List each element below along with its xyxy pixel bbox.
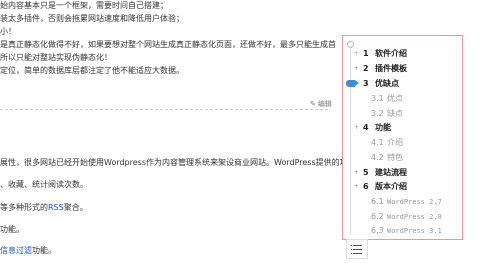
toc-item-label: 优点 bbox=[387, 94, 403, 103]
article-line: 信息过滤功能。 bbox=[0, 246, 56, 256]
plus-icon: + bbox=[354, 183, 360, 190]
article-line: 功能。 bbox=[0, 225, 24, 234]
article-line: 定位，简单的数据库层都注定了他不能适应大数据。 bbox=[0, 66, 184, 75]
article-line: 始内容基本只是一个框架，需要时间自己搭建； bbox=[0, 1, 168, 10]
toc-item-label: 插件模板 bbox=[375, 64, 407, 73]
text-segment: 聚合。 bbox=[63, 203, 88, 212]
edit-label: 编辑 bbox=[317, 100, 332, 108]
article-line: 展性，很多网站已经开始使用Wordpress作为内容管理系统来架设商业网站。Wo… bbox=[0, 158, 348, 167]
article-line: 、收藏、统计阅读次数。 bbox=[0, 180, 88, 189]
text-segment: 等多种形式的 bbox=[0, 203, 48, 212]
info-filter-link[interactable]: 信息过滤 bbox=[0, 246, 32, 255]
toc-item-number: 3.2 bbox=[371, 109, 384, 118]
rss-link[interactable]: RSS bbox=[48, 203, 64, 212]
toc-item-6-1[interactable]: 6.1 WordPress 2.7 bbox=[343, 196, 461, 208]
toc-item-number: 6 bbox=[363, 182, 369, 191]
plus-icon: + bbox=[354, 50, 360, 57]
toc-item-1[interactable]: + 1 软件介绍 bbox=[343, 48, 461, 60]
toc-item-number: 4 bbox=[363, 123, 369, 132]
toc-item-4[interactable]: + 4 功能 bbox=[343, 122, 461, 134]
edit-link[interactable]: ✎ 编辑 bbox=[310, 99, 332, 109]
plus-icon: + bbox=[354, 124, 360, 131]
table-of-contents: + 1 软件介绍 + 2 插件模板 3 优缺点 3.1 优点 3.2 缺点 + … bbox=[342, 35, 463, 240]
toc-item-number: 6.3 bbox=[371, 226, 384, 235]
toc-item-5[interactable]: + 5 建站流程 bbox=[343, 167, 461, 179]
toc-item-3-2[interactable]: 3.2 缺点 bbox=[343, 108, 461, 120]
toc-toggle-button[interactable] bbox=[346, 239, 368, 259]
text-segment: 功能。 bbox=[32, 246, 56, 255]
toc-item-3-1[interactable]: 3.1 优点 bbox=[343, 93, 461, 105]
article-line: 装太多插件，否则会拖累网站速度和降低用户体验； bbox=[0, 14, 184, 23]
pencil-icon: ✎ bbox=[310, 100, 316, 108]
toc-item-number: 4.2 bbox=[371, 153, 384, 162]
toc-top-dot bbox=[347, 41, 354, 48]
article-line: 所以只能对整站实现伪静态化！ bbox=[0, 53, 112, 62]
toc-item-6-3[interactable]: 6.3 WordPress 3.1 bbox=[343, 225, 461, 237]
toc-item-label: 缺点 bbox=[387, 109, 403, 118]
toc-item-4-2[interactable]: 4.2 特色 bbox=[343, 152, 461, 164]
toc-item-number: 1 bbox=[363, 49, 369, 58]
toc-item-4-1[interactable]: 4.1 介绍 bbox=[343, 137, 461, 149]
toc-item-label: WordPress 3.1 bbox=[387, 227, 442, 235]
toc-item-number: 5 bbox=[363, 168, 369, 177]
toc-item-number: 3.1 bbox=[371, 94, 384, 103]
toc-item-label: 功能 bbox=[375, 123, 391, 132]
toc-item-number: 6.2 bbox=[371, 212, 384, 221]
toc-item-number: 4.1 bbox=[371, 138, 384, 147]
article-line: 是真正静态化做得不好，如果要想对整个网站生成真正静态化页面，还做不好，最多只能生… bbox=[0, 40, 336, 49]
article-line: 小！ bbox=[0, 27, 16, 36]
toc-item-label: 特色 bbox=[387, 153, 403, 162]
toc-item-2[interactable]: + 2 插件模板 bbox=[343, 63, 461, 75]
section-divider bbox=[0, 109, 328, 110]
plus-icon: + bbox=[354, 65, 360, 72]
toc-item-label: 软件介绍 bbox=[375, 49, 407, 58]
toc-item-number: 6.1 bbox=[371, 197, 384, 206]
toc-item-label: WordPress 2.7 bbox=[387, 198, 442, 206]
toc-item-label: 介绍 bbox=[387, 138, 403, 147]
article-content: 始内容基本只是一个框架，需要时间自己搭建； 装太多插件，否则会拖累网站速度和降低… bbox=[0, 0, 348, 263]
toc-item-number: 3 bbox=[363, 79, 369, 88]
toc-item-6-2[interactable]: 6.2 WordPress 2.8 bbox=[343, 211, 461, 223]
plus-icon: + bbox=[354, 169, 360, 176]
toc-item-label: 版本介绍 bbox=[375, 182, 407, 191]
toc-item-label: WordPress 2.8 bbox=[387, 213, 442, 221]
toc-item-label: 优缺点 bbox=[375, 79, 399, 88]
active-marker-icon bbox=[346, 80, 359, 87]
article-line: 等多种形式的RSS聚合。 bbox=[0, 203, 88, 213]
toc-item-6[interactable]: + 6 版本介绍 bbox=[343, 181, 461, 193]
toc-item-label: 建站流程 bbox=[375, 168, 407, 177]
toc-item-number: 2 bbox=[363, 64, 369, 73]
toc-item-3[interactable]: 3 优缺点 bbox=[343, 78, 461, 90]
